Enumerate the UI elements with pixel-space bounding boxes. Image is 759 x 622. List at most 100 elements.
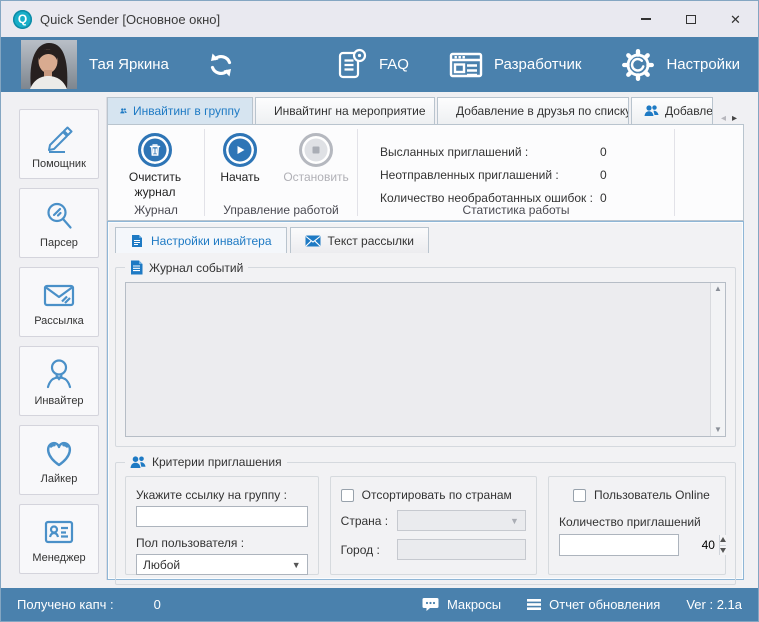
header-nav: FAQ Разработчик Настройки [334,46,740,84]
ribbon-toolbar: Очистить журнал Журнал Начать Остановить… [107,124,744,221]
spin-down-button[interactable] [719,544,726,555]
tab-scroll-left-icon[interactable]: ◂ [721,113,726,124]
version-label: Ver : 2.1a [686,597,742,612]
app-logo-icon: Q [13,9,32,29]
tab-label: Добавле [665,104,713,118]
group-link-input[interactable] [136,506,308,527]
country-select[interactable]: ▼ [396,510,526,531]
sidebar-item-label: Инвайтер [34,394,84,407]
tab-add-truncated[interactable]: Добавле [631,97,713,124]
maximize-button[interactable] [668,1,713,37]
country-row: Страна : ▼ [341,510,526,531]
faq-button[interactable]: FAQ [334,47,409,83]
person-icon [46,358,72,388]
start-button[interactable]: Начать [213,133,267,202]
stat-value: 0 [600,145,607,159]
user-name: Тая Яркина [89,56,169,73]
city-row: Город : [341,539,526,560]
macros-button[interactable]: Макросы [422,597,501,612]
invites-count-input[interactable] [559,535,719,555]
close-button[interactable]: ✕ [713,1,758,37]
sidebar-item-mailing[interactable]: Рассылка [19,267,99,337]
tab-scroll-right-icon[interactable]: ▸ [732,113,737,124]
tab-add-friends-list[interactable]: Добавление в друзья по списку [437,97,629,124]
criteria-header: Критерии приглашения [125,455,287,469]
status-bar: Получено капч : 0 Макросы Отчет обновлен… [1,588,758,621]
document-icon [131,260,143,275]
avatar[interactable] [21,40,77,89]
event-log-area[interactable]: ▲ ▼ [125,282,726,437]
people-icon [130,455,146,468]
settings-gear-icon [622,48,655,81]
tab-scroll-controls: ◂ ▸ [717,113,741,124]
settings-button[interactable]: Настройки [619,46,740,84]
subtab-mailing-text[interactable]: Текст рассылки [289,227,429,253]
gender-select[interactable]: Любой ▼ [136,554,308,575]
ribbon-group-stats: Высланных приглашений : 0 Неотправленных… [358,125,674,220]
sidebar-item-label: Лайкер [40,472,78,485]
tab-inviting-event[interactable]: Инвайтинг на мероприятие [255,97,435,124]
chevron-down-icon: ▼ [291,559,301,570]
heart-icon [46,441,72,466]
play-icon [223,133,258,167]
sidebar-item-label: Рассылка [34,314,84,327]
criteria-title: Критерии приглашения [152,455,282,469]
event-log-title: Журнал событий [149,260,244,275]
id-card-icon [44,520,74,543]
sidebar: Помощник Парсер Рассылка Инвайтер Лайкер… [19,97,107,580]
header-bar: Тая Яркина FAQ Разработчик Настройки [1,37,758,92]
minimize-button[interactable] [623,1,668,37]
event-log-header: Журнал событий [125,260,249,275]
stat-value: 0 [600,168,607,182]
refresh-account-button[interactable] [203,47,239,83]
sidebar-item-liker[interactable]: Лайкер [19,425,99,495]
scroll-down-icon[interactable]: ▼ [714,426,722,434]
developer-window-icon [449,52,483,77]
minimize-icon [640,18,651,20]
gender-value: Любой [143,557,181,572]
sidebar-item-inviter[interactable]: Инвайтер [19,346,99,416]
log-scrollbar[interactable]: ▲ ▼ [710,283,725,436]
subtab-label: Текст рассылки [327,233,414,248]
group-link-label: Укажите ссылку на группу : [136,488,287,502]
ribbon-group-title: Журнал [134,203,178,217]
trash-icon [138,133,172,167]
country-sort-panel: Отсортировать по странам Страна : ▼ Горо… [329,476,537,575]
city-input[interactable] [396,539,526,560]
ribbon-group-log: Очистить журнал Журнал [108,125,204,220]
window-controls: ✕ [623,1,758,37]
subtab-inviter-settings[interactable]: Настройки инвайтера [115,227,287,253]
developer-button[interactable]: Разработчик [447,48,581,82]
people-icon [644,105,659,116]
checkbox-icon [572,488,586,502]
stop-icon [299,133,334,167]
user-online-checkbox[interactable]: Пользователь Online [559,488,715,502]
status-right: Макросы Отчет обновления Ver : 2.1a [422,597,742,612]
stat-label: Неотправленных приглашений : [380,168,559,182]
update-report-button[interactable]: Отчет обновления [527,597,660,612]
close-icon: ✕ [730,11,741,27]
captcha-label: Получено капч : [17,597,114,612]
macros-label: Макросы [446,597,502,612]
spin-up-button[interactable] [719,535,726,545]
tab-label: Добавление в друзья по списку [456,104,629,118]
stat-label: Высланных приглашений : [380,145,529,159]
sidebar-item-parser[interactable]: Парсер [19,188,99,258]
sidebar-item-label: Парсер [40,236,78,249]
stop-label: Остановить [283,170,349,184]
sidebar-item-manager[interactable]: Менеджер [19,504,99,574]
refresh-icon [210,53,231,76]
sidebar-item-label: Менеджер [32,551,86,564]
group-link-panel: Укажите ссылку на группу : Пол пользоват… [125,476,319,575]
maximize-icon [685,14,696,24]
tab-inviting-group[interactable]: Инвайтинг в группу [107,97,253,124]
developer-label: Разработчик [493,56,582,73]
ribbon-group-title: Управление работой [223,203,339,217]
subtab-label: Настройки инвайтера [151,233,272,248]
tab-label: Инвайтинг на мероприятие [274,104,426,118]
sort-by-country-checkbox[interactable]: Отсортировать по странам [340,488,526,502]
clear-log-button[interactable]: Очистить журнал [118,133,192,202]
stop-button[interactable]: Остановить [281,133,351,202]
sidebar-item-assistant[interactable]: Помощник [19,109,99,179]
scroll-up-icon[interactable]: ▲ [714,285,722,293]
